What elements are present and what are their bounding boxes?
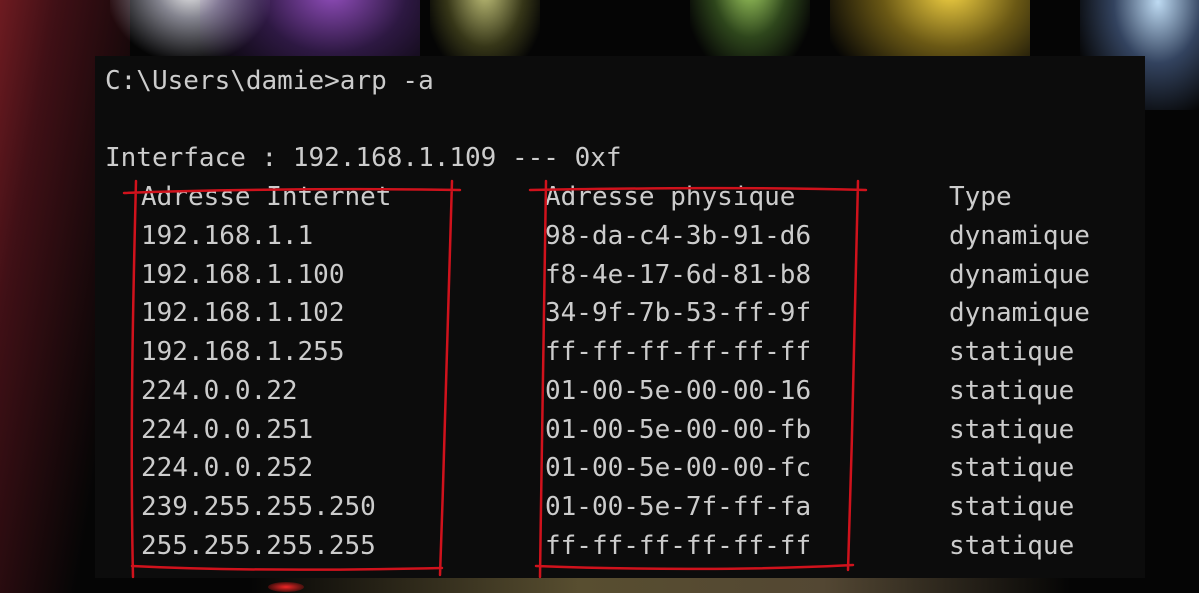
arp-type: statique <box>949 337 1075 367</box>
arp-physical-address: 34-9f-7b-53-ff-9f <box>545 298 812 328</box>
header-internet-address: Adresse Internet <box>141 182 392 212</box>
arp-ip-address: 239.255.255.250 <box>141 492 376 522</box>
header-physical-address: Adresse physique <box>545 182 796 212</box>
arp-type: statique <box>949 415 1075 445</box>
arp-type: dynamique <box>949 260 1090 290</box>
arp-physical-address: 01-00-5e-7f-ff-fa <box>545 492 812 522</box>
arp-physical-address: 01-00-5e-00-00-fb <box>545 415 812 445</box>
arp-ip-address: 224.0.0.251 <box>141 415 314 445</box>
arp-ip-address: 224.0.0.22 <box>141 376 298 406</box>
terminal-window[interactable]: C:\Users\damie>arp -a Interface : 192.16… <box>95 56 1145 578</box>
arp-physical-address: ff-ff-ff-ff-ff-ff <box>545 337 812 367</box>
arp-ip-address: 224.0.0.252 <box>141 453 314 483</box>
stage-background: C:\Users\damie>arp -a Interface : 192.16… <box>0 0 1199 593</box>
arp-physical-address: 01-00-5e-00-00-16 <box>545 376 812 406</box>
arp-ip-address: 192.168.1.1 <box>141 221 314 251</box>
red-spot <box>268 582 304 592</box>
arp-type: statique <box>949 531 1075 561</box>
arp-ip-address: 192.168.1.100 <box>141 260 345 290</box>
arp-physical-address: 01-00-5e-00-00-fc <box>545 453 812 483</box>
arp-type: dynamique <box>949 298 1090 328</box>
arp-ip-address: 255.255.255.255 <box>141 531 376 561</box>
arp-physical-address: 98-da-c4-3b-91-d6 <box>545 221 812 251</box>
arp-physical-address: ff-ff-ff-ff-ff-ff <box>545 531 812 561</box>
interface-line: Interface : 192.168.1.109 --- 0xf <box>105 143 622 173</box>
arp-type: statique <box>949 376 1075 406</box>
arp-type: statique <box>949 492 1075 522</box>
arp-physical-address: f8-4e-17-6d-81-b8 <box>545 260 812 290</box>
arp-type: dynamique <box>949 221 1090 251</box>
command-prompt: C:\Users\damie>arp -a <box>105 66 434 96</box>
arp-ip-address: 192.168.1.255 <box>141 337 345 367</box>
arp-ip-address: 192.168.1.102 <box>141 298 345 328</box>
arp-type: statique <box>949 453 1075 483</box>
white-stage-light <box>110 0 270 60</box>
header-type: Type <box>949 182 1012 212</box>
